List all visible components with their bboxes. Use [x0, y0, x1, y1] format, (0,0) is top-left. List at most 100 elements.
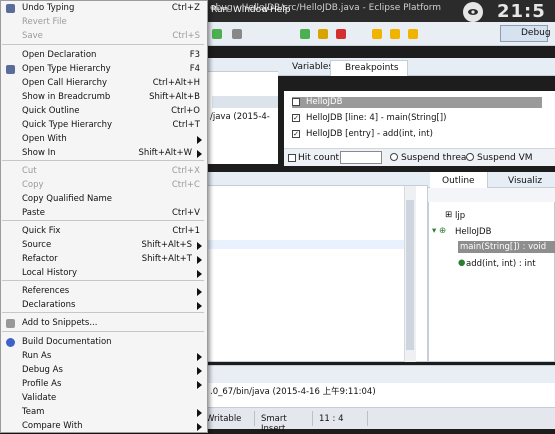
context-menu-item[interactable]: Quick Fix Ctrl+1 [0, 225, 206, 239]
current-line-highlight [204, 240, 404, 249]
menu-item-label: Show In [22, 148, 56, 158]
submenu-arrow-icon [197, 288, 202, 296]
outline-item-main[interactable]: main(String[]) : void [460, 242, 546, 252]
context-menu-item[interactable]: Undo Typing Ctrl+Z [0, 2, 206, 16]
class-icon: ▾ ⊕ [432, 226, 447, 236]
submenu-arrow-icon [197, 136, 202, 144]
outline-item-package[interactable]: ljp [455, 211, 465, 221]
breakpoint-row[interactable]: ✓ HelloJDB [292, 97, 542, 108]
tab-variables[interactable]: Variables [292, 62, 333, 72]
context-menu-item[interactable]: Quick Outline Ctrl+O [0, 105, 206, 119]
menu-item-label: Quick Fix [22, 226, 61, 236]
submenu-arrow-icon [197, 353, 202, 361]
context-menu-item[interactable]: References [0, 285, 206, 299]
context-menu-item[interactable]: Team [0, 406, 206, 420]
menu-item-icon [6, 65, 15, 74]
suspend-icon[interactable] [318, 29, 328, 39]
hit-count-checkbox[interactable] [288, 154, 296, 162]
submenu-arrow-icon [197, 367, 202, 375]
checkbox[interactable]: ✓ [292, 114, 300, 122]
checkbox[interactable]: ✓ [292, 98, 300, 106]
tab-outline-label: Outline [442, 176, 475, 186]
menu-item-label: Copy [22, 180, 44, 190]
suspend-vm-radio[interactable] [466, 153, 474, 161]
outline-item-add[interactable]: add(int, int) : int [466, 259, 536, 269]
context-menu-item[interactable]: Refactor Shift+Alt+T [0, 253, 206, 267]
context-menu-item[interactable]: Local History [0, 267, 206, 281]
menu-item-shortcut: Shift+Alt+S [141, 240, 192, 250]
context-menu-item[interactable]: Run As [0, 350, 206, 364]
menu-item-icon [6, 338, 15, 347]
method-icon: ● [458, 258, 466, 268]
tab-breakpoints[interactable]: Breakpoints [330, 60, 408, 76]
menu-item-label: Validate [22, 393, 57, 403]
step-into-icon[interactable] [372, 29, 382, 39]
menu-item-label: Team [22, 407, 45, 417]
console-output [200, 397, 555, 407]
menu-item-shortcut: Ctrl+C [171, 180, 200, 190]
run-icon[interactable] [212, 29, 222, 39]
step-over-icon[interactable] [390, 29, 400, 39]
context-menu-item[interactable]: Open Type Hierarchy F4 [0, 63, 206, 77]
context-menu-item[interactable]: Debug As [0, 364, 206, 378]
submenu-arrow-icon [197, 381, 202, 389]
hit-count-input[interactable] [340, 151, 382, 164]
debug-view-header [200, 58, 278, 72]
context-menu-item[interactable]: Save Ctrl+S [0, 30, 206, 44]
package-icon: ⊞ [445, 210, 453, 220]
context-menu-item[interactable]: Cut Ctrl+X [0, 165, 206, 179]
menu-item-icon [6, 319, 15, 328]
menu-item-label: Source [22, 240, 52, 250]
context-menu-item[interactable]: Open Declaration F3 [0, 49, 206, 63]
context-menu-item[interactable]: Open With [0, 133, 206, 147]
menu-item-label: Build Documentation [22, 337, 112, 347]
resume-icon[interactable] [300, 29, 310, 39]
tab-visualizer-label[interactable]: Visualiz [508, 176, 542, 186]
context-menu-item[interactable]: Copy Qualified Name [0, 193, 206, 207]
status-cursor-position: 11 : 4 [313, 411, 368, 426]
context-menu-item[interactable]: Paste Ctrl+V [0, 207, 206, 221]
menu-help[interactable]: Help [270, 5, 291, 15]
context-menu-item[interactable]: Show In Shift+Alt+W [0, 147, 206, 161]
checkbox[interactable]: ✓ [292, 130, 300, 138]
view-tabs: Variables [278, 58, 555, 76]
dropdown-icon[interactable] [232, 29, 242, 39]
editor-header [200, 172, 428, 186]
outline-toolbar [428, 188, 555, 202]
context-menu-item[interactable]: Compare With [0, 420, 206, 434]
menu-item-label: Paste [22, 208, 45, 218]
menu-item-label: References [22, 286, 70, 296]
context-menu-item[interactable]: Source Shift+Alt+S [0, 239, 206, 253]
menu-run[interactable]: Run [211, 5, 228, 15]
context-menu-item[interactable]: Copy Ctrl+C [0, 179, 206, 193]
outline-item-class[interactable]: HelloJDB [455, 227, 491, 237]
menu-item-label: Debug As [22, 365, 63, 375]
context-menu-item[interactable]: Open Call Hierarchy Ctrl+Alt+H [0, 77, 206, 91]
debug-perspective-label: Debug [521, 28, 551, 38]
status-insert-mode: Smart Insert [255, 411, 313, 434]
context-menu-item[interactable]: Quick Type Hierarchy Ctrl+T [0, 119, 206, 133]
menu-item-label: Profile As [22, 379, 62, 389]
step-return-icon[interactable] [408, 29, 418, 39]
debug-view-selection[interactable] [212, 96, 278, 108]
code-editor[interactable] [200, 172, 428, 362]
context-menu-item[interactable]: Show in Breadcrumb Shift+Alt+B [0, 91, 206, 105]
menu-window[interactable]: Window [233, 5, 269, 15]
debug-perspective-button[interactable]: Debug [500, 25, 551, 42]
context-menu-item[interactable]: Build Documentation [0, 336, 206, 350]
context-menu-item[interactable]: Revert File [0, 16, 206, 30]
menu-item-shortcut: Ctrl+V [171, 208, 200, 218]
scrollbar-thumb[interactable] [406, 200, 414, 350]
context-menu-item[interactable]: Declarations [0, 299, 206, 313]
menu-item-shortcut: Ctrl+Alt+H [152, 78, 200, 88]
menu-item-shortcut: Shift+Alt+W [138, 148, 192, 158]
menu-item-label: Run As [22, 351, 52, 361]
suspend-thread-radio[interactable] [390, 153, 398, 161]
breakpoint-detail-bar: Hit count: Suspend thread Suspend VM [284, 148, 555, 166]
context-menu-item[interactable]: Profile As [0, 378, 206, 392]
terminate-icon[interactable] [336, 29, 346, 39]
context-menu-item[interactable]: Validate [0, 392, 206, 406]
context-menu-item[interactable]: Add to Snippets... [0, 317, 206, 331]
menu-item-shortcut: Ctrl+Z [171, 3, 200, 13]
submenu-arrow-icon [197, 302, 202, 310]
